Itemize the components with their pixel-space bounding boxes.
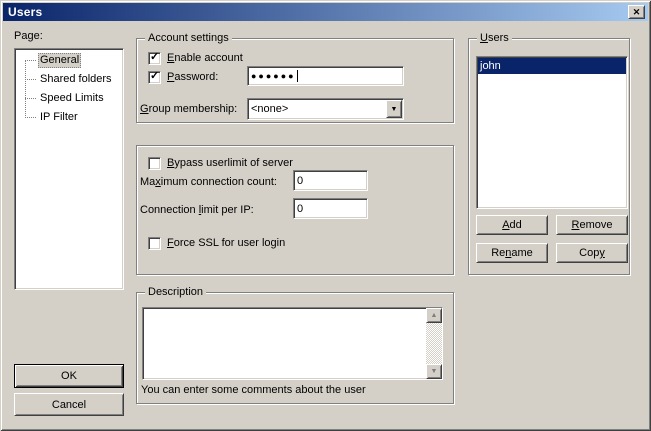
- text-caret: [297, 70, 298, 82]
- connection-limit-per-ip-label: Connection limit per IP:: [140, 204, 254, 216]
- vertical-scrollbar[interactable]: ▲ ▼: [426, 308, 442, 379]
- tree-item-label: IP Filter: [38, 110, 80, 125]
- close-button[interactable]: ✕: [628, 5, 645, 19]
- cancel-button[interactable]: Cancel: [14, 393, 124, 416]
- arrow-up-icon: ▲: [431, 312, 438, 319]
- tree-branch-icon: [25, 117, 36, 118]
- tree-item-label: General: [38, 53, 81, 68]
- scroll-up-button[interactable]: ▲: [426, 308, 442, 323]
- checkmark-icon: ✓: [150, 70, 159, 83]
- tree-item-label: Shared folders: [38, 72, 114, 87]
- connection-limit-per-ip-input[interactable]: 0: [293, 198, 368, 219]
- tree-item-ip-filter[interactable]: IP Filter: [15, 109, 123, 128]
- scroll-down-button[interactable]: ▼: [426, 364, 442, 379]
- close-icon: ✕: [633, 8, 641, 17]
- combo-dropdown-button[interactable]: ▼: [386, 100, 402, 118]
- password-checkbox[interactable]: ✓: [148, 71, 161, 84]
- group-membership-value: <none>: [251, 103, 288, 115]
- ok-button[interactable]: OK: [14, 364, 124, 388]
- add-button[interactable]: Add: [476, 215, 548, 235]
- enable-account-label[interactable]: Enable account: [167, 52, 243, 64]
- group-membership-label: Group membership:: [140, 103, 237, 115]
- checkmark-icon: ✓: [150, 51, 159, 64]
- window-title: Users: [3, 5, 42, 19]
- group-membership-select[interactable]: <none> ▼: [247, 98, 404, 120]
- tree-item-label: Speed Limits: [38, 91, 106, 106]
- rename-button[interactable]: Rename: [476, 243, 548, 263]
- password-masked-value: ●●●●●●: [251, 71, 296, 81]
- max-connection-count-input[interactable]: 0: [293, 170, 368, 191]
- users-dialog: Users ✕ Page: General Shared folders Spe…: [0, 0, 651, 431]
- page-label: Page:: [14, 30, 43, 42]
- password-input[interactable]: ●●●●●●: [247, 66, 404, 86]
- account-settings-title: Account settings: [145, 32, 232, 44]
- list-item-john[interactable]: john: [478, 58, 626, 74]
- users-listbox[interactable]: john: [476, 56, 628, 209]
- copy-button[interactable]: Copy: [556, 243, 628, 263]
- max-connection-count-label: Maximum connection count:: [140, 176, 277, 188]
- arrow-down-icon: ▼: [431, 368, 438, 375]
- page-tree[interactable]: General Shared folders Speed Limits IP F…: [14, 48, 124, 290]
- tree-branch-icon: [25, 60, 36, 61]
- description-textarea[interactable]: ▲ ▼: [142, 307, 443, 380]
- description-title: Description: [145, 286, 206, 298]
- tree-item-shared-folders[interactable]: Shared folders: [15, 71, 123, 90]
- users-title: Users: [477, 32, 512, 44]
- bypass-userlimit-label[interactable]: Bypass userlimit of server: [167, 157, 293, 169]
- force-ssl-label[interactable]: Force SSL for user login: [167, 237, 285, 249]
- tree-branch-icon: [25, 79, 36, 80]
- password-label[interactable]: Password:: [167, 71, 218, 83]
- description-hint: You can enter some comments about the us…: [141, 384, 366, 396]
- user-name: john: [480, 60, 501, 72]
- connection-limit-per-ip-value: 0: [297, 203, 303, 215]
- tree-branch-icon: [25, 98, 36, 99]
- remove-button[interactable]: Remove: [556, 215, 628, 235]
- tree-item-general[interactable]: General: [15, 52, 123, 71]
- bypass-userlimit-checkbox[interactable]: ✓: [148, 157, 161, 170]
- max-connection-count-value: 0: [297, 175, 303, 187]
- force-ssl-checkbox[interactable]: ✓: [148, 237, 161, 250]
- tree-item-speed-limits[interactable]: Speed Limits: [15, 90, 123, 109]
- chevron-down-icon: ▼: [391, 106, 398, 113]
- scroll-track[interactable]: [426, 323, 442, 364]
- enable-account-checkbox[interactable]: ✓: [148, 52, 161, 65]
- title-bar[interactable]: Users ✕: [3, 3, 648, 21]
